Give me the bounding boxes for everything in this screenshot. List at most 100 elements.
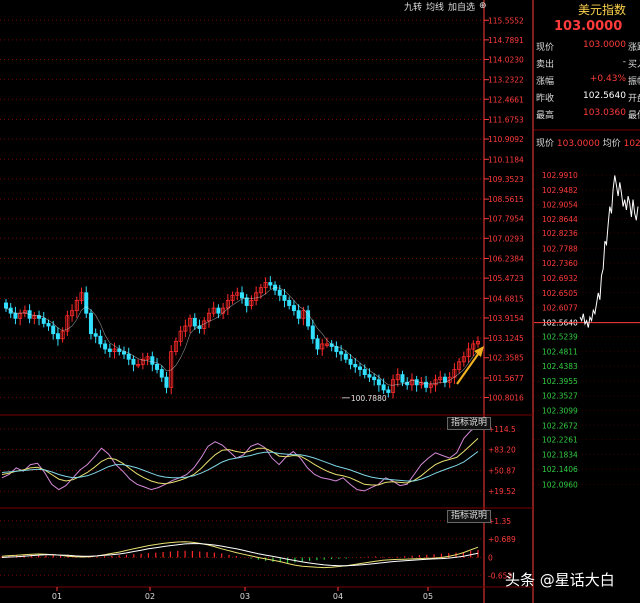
y-tick-label: 109.3523 (488, 175, 524, 184)
y-tick-label: 102.8236 (542, 229, 578, 238)
watermark-text: 头条 @星话大白 (505, 571, 615, 589)
y-tick-label: 106.2384 (488, 255, 524, 264)
candle-body (362, 369, 367, 375)
candle-body (155, 363, 160, 370)
y-tick-label: 102.2672 (542, 421, 578, 430)
trend-arrow-head (474, 346, 484, 357)
candle-body (122, 351, 127, 355)
toolbar-item-jiuzhuan[interactable]: 九转 (404, 0, 422, 13)
candle-body (381, 384, 386, 391)
y-tick-label: 102.7788 (542, 244, 578, 253)
candle-body (4, 302, 9, 309)
quote-label: 涨幅 (536, 77, 555, 87)
candle-body (244, 297, 249, 306)
toolbar-plus-icon[interactable]: ⊕ (479, 1, 487, 11)
y-tick-label: +83.20 (488, 445, 516, 454)
candle-body (291, 305, 296, 312)
candle-body (107, 348, 112, 352)
quote-label: 最高 (536, 111, 555, 121)
candle-body (46, 323, 51, 327)
candle-body (126, 353, 131, 360)
quote-ext-label: 振幅 (628, 77, 640, 87)
y-tick-label: 114.0230 (488, 55, 524, 64)
y-tick-label: 105.4723 (488, 274, 524, 283)
x-tick-label: 02 (145, 592, 155, 601)
y-tick-label: 107.0293 (488, 234, 524, 243)
toolbar-item-junxian[interactable]: 均线 (426, 0, 444, 13)
indicator-info-button-2[interactable]: 指标说明 (447, 510, 492, 523)
mini-avg-value: 102 (623, 139, 640, 149)
candle-body (296, 310, 301, 319)
y-tick-label: 110.9092 (488, 135, 524, 144)
toolbar: 九转 均线 加自选 ⊕ (404, 0, 487, 13)
y-tick-label: 102.6505 (542, 289, 578, 298)
candle-body (386, 389, 391, 393)
y-tick-label: 102.6077 (542, 304, 578, 313)
candle-body (268, 282, 273, 286)
quote-value: 103.0360 (583, 108, 626, 118)
y-tick-label: 102.1406 (542, 465, 578, 474)
mini-chart-header: 现价 103.0000 均价 102 (536, 136, 640, 149)
y-tick-label: +0.689 (488, 535, 516, 544)
low-annotation-label: 100.7880 (351, 394, 387, 403)
candle-body (310, 325, 315, 340)
y-tick-label: +114.5 (488, 425, 516, 434)
mini-price-label: 现价 (536, 139, 555, 149)
mini-avg-label: 均价 (602, 139, 621, 149)
candle-body (376, 379, 381, 386)
candle-body (343, 353, 348, 360)
candle-body (37, 315, 42, 319)
y-tick-label: 102.1834 (542, 450, 578, 459)
y-tick-label: 111.6753 (488, 115, 524, 124)
instrument-title: 美元指数 (578, 3, 627, 17)
candle-body (414, 379, 419, 386)
toolbar-item-add-watchlist[interactable]: 加自选 (448, 0, 475, 13)
candle-body (131, 358, 136, 365)
y-tick-label: +50.87 (488, 467, 516, 476)
candle-body (13, 312, 18, 319)
watermark: 头条 @星话大白 (505, 569, 615, 590)
y-tick-label: 104.6815 (488, 294, 524, 303)
y-tick-label: 102.7360 (542, 259, 578, 268)
y-tick-label: 102.9482 (542, 186, 578, 195)
y-tick-label: 102.4383 (542, 362, 578, 371)
x-tick-label: 05 (423, 592, 433, 601)
candle-body (400, 374, 405, 383)
quote-label: 现价 (536, 43, 555, 53)
y-tick-label: 102.3527 (542, 392, 578, 401)
y-tick-label: 102.4811 (542, 347, 578, 356)
y-tick-label: 102.8644 (542, 215, 578, 224)
candle-body (98, 335, 103, 345)
quote-ext-label: 开盘 (628, 94, 640, 104)
candle-body (315, 338, 320, 350)
quote-value: - (622, 57, 626, 67)
candle-body (93, 333, 98, 337)
quote-value: 103.0000 (583, 40, 626, 50)
quote-value: +0.43% (589, 74, 626, 84)
macd-line (1, 541, 479, 569)
candle-body (287, 300, 292, 306)
candle-body (367, 374, 372, 378)
candle-body (51, 325, 56, 335)
y-tick-label: 110.1184 (488, 155, 524, 164)
quote-label: 卖出 (536, 60, 555, 70)
y-tick-label: 102.3955 (542, 377, 578, 386)
candle-body (424, 381, 429, 388)
candle-body (348, 358, 353, 365)
macd-line (1, 543, 479, 567)
indicator-info-button-1[interactable]: 指标说明 (447, 417, 492, 430)
y-tick-label: 114.7891 (488, 36, 524, 45)
y-tick-label: 102.9910 (542, 171, 578, 180)
candle-body (372, 376, 377, 381)
x-tick-label: 04 (333, 592, 343, 601)
candle-body (88, 312, 93, 335)
y-tick-label: 107.7954 (488, 215, 524, 224)
candle-body (357, 366, 362, 370)
y-tick-label: 0 (488, 554, 493, 563)
y-tick-label: 102.2261 (542, 435, 578, 444)
y-tick-label: 108.5615 (488, 195, 524, 204)
y-tick-label: 102.6932 (542, 274, 578, 283)
x-tick-label: 01 (52, 592, 62, 601)
y-tick-label: +19.52 (488, 487, 516, 496)
candle-body (150, 356, 155, 365)
